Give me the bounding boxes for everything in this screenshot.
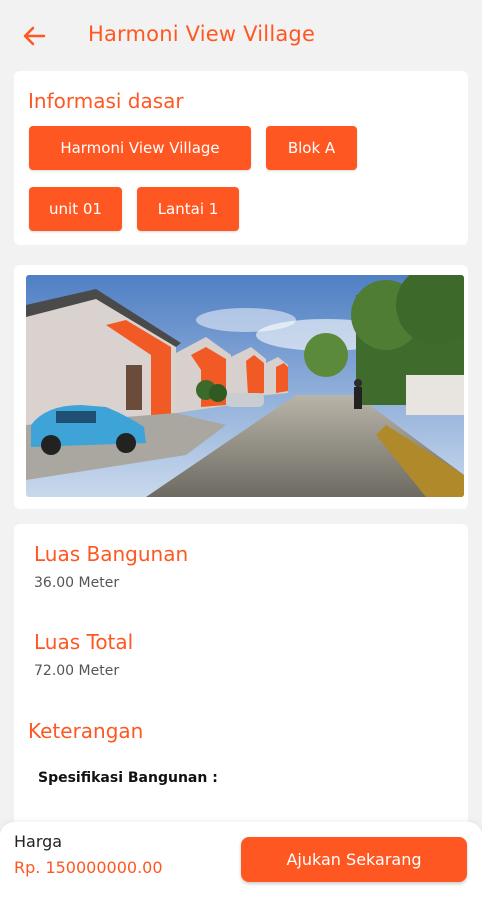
page-title: Harmoni View Village: [88, 22, 316, 46]
app-bar: Harmoni View Village: [0, 0, 482, 70]
bottom-bar: Harga Rp. 150000000.00 Ajukan Sekarang: [0, 822, 482, 900]
chip-project[interactable]: Harmoni View Village: [29, 126, 251, 170]
luas-total-label: Luas Total: [34, 630, 134, 654]
details-card: Luas Bangunan 36.00 Meter Luas Total 72.…: [14, 524, 468, 844]
arrow-left-icon: [23, 26, 46, 46]
back-button[interactable]: [18, 22, 50, 50]
price-value: Rp. 150000000.00: [14, 858, 163, 877]
chip-floor[interactable]: Lantai 1: [137, 187, 239, 231]
luas-bangunan-value: 36.00 Meter: [34, 575, 120, 591]
submit-button[interactable]: Ajukan Sekarang: [241, 837, 467, 882]
chip-unit[interactable]: unit 01: [29, 187, 122, 231]
price-label: Harga: [14, 832, 63, 851]
chip-block[interactable]: Blok A: [266, 126, 357, 170]
keterangan-label: Keterangan: [28, 719, 144, 743]
property-photo: [26, 275, 464, 497]
spesifikasi-title: Spesifikasi Bangunan :: [38, 770, 218, 786]
luas-total-value: 72.00 Meter: [34, 663, 120, 679]
basic-info-card: Informasi dasar Harmoni View Village Blo…: [14, 71, 468, 245]
luas-bangunan-label: Luas Bangunan: [34, 542, 189, 566]
basic-info-title: Informasi dasar: [28, 89, 184, 113]
photo-card: [14, 265, 468, 509]
property-photo-illustration: [26, 275, 464, 497]
